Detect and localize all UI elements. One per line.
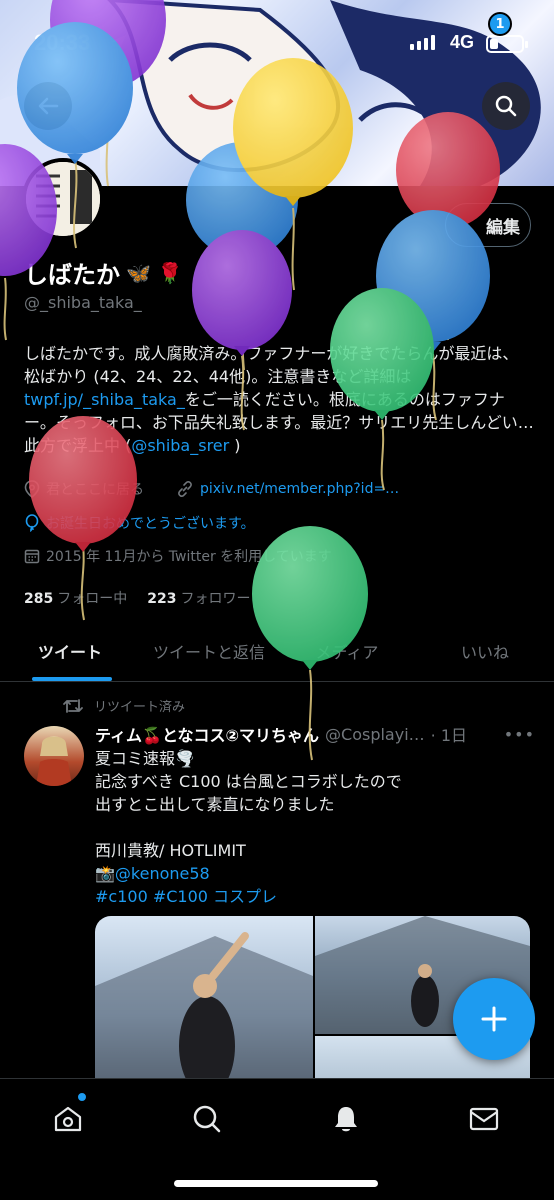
nav-notifications[interactable] — [326, 1099, 366, 1139]
followers-label: フォロワー — [180, 591, 251, 607]
tweet-header: ティム🍒となコス②マリちゃん @Cosplayi… · 1日 ••• — [95, 722, 535, 746]
signal-icon — [410, 35, 435, 50]
bell-icon — [335, 1107, 357, 1132]
tab-media[interactable]: メディア — [278, 620, 416, 681]
search-button[interactable] — [482, 82, 530, 130]
profile-joined: 2015 年 11月から Twitter を利用しています — [46, 549, 332, 565]
back-button[interactable] — [24, 82, 72, 130]
profile-avatar[interactable] — [22, 158, 104, 240]
tweet-more-button[interactable]: ••• — [504, 725, 535, 744]
tweet-hashtags[interactable]: #c100 #C100 コスプレ — [95, 885, 525, 908]
profile-tabs: ツイート ツイートと返信 メディア いいね — [0, 620, 554, 682]
tab-likes[interactable]: いいね — [416, 620, 554, 681]
search-icon — [193, 1105, 221, 1133]
profile-website-link[interactable]: pixiv.net/member.php?id=… — [200, 481, 399, 497]
bio-link-twpf[interactable]: twpf.jp/_shiba_taka_ — [24, 390, 185, 409]
following-label: フォロー中 — [57, 591, 128, 607]
balloon-icon — [25, 514, 39, 532]
profile-location: 君とここに居る — [46, 482, 144, 498]
home-icon — [54, 1106, 82, 1132]
plus-icon — [481, 1006, 507, 1032]
profile-bio: しばたかです。成人腐敗済み。ファフナーが好きでたらんが最近は、松ばかり (42、… — [24, 342, 534, 457]
nav-home[interactable] — [48, 1099, 88, 1139]
profile-name-emojis: 🦋 🌹 — [126, 260, 183, 285]
profile-meta-joined: 2015 年 11月から Twitter を利用しています — [24, 546, 332, 566]
mail-icon — [469, 1107, 499, 1131]
nav-search[interactable] — [187, 1099, 227, 1139]
tweet-username[interactable]: @Cosplayi… — [325, 725, 425, 744]
location-icon — [24, 480, 40, 498]
retweet-label: リツイート済み — [94, 700, 186, 715]
tweet-line: 西川貴教/ HOTLIMIT — [95, 841, 246, 860]
retweet-icon — [63, 698, 83, 713]
tweet-line: 記念すべき C100 は台風とコラボしたので — [95, 772, 402, 791]
status-bar: 20:33 4G — [0, 0, 554, 88]
tweet-display-name[interactable]: ティム🍒となコス②マリちゃん — [95, 722, 319, 746]
bio-link-mention[interactable]: @shiba_srer — [131, 436, 229, 455]
profile-handle: @_shiba_taka_ — [24, 293, 142, 312]
following-stat[interactable]: 285 フォロー中 — [24, 588, 127, 608]
followers-count: 223 — [147, 591, 177, 607]
profile-birthday: お誕生日おめでとうございます。 — [46, 516, 255, 532]
messages-badge: 1 — [488, 12, 512, 36]
edit-profile-button[interactable]: 編集 — [445, 203, 531, 247]
tweet-author-avatar[interactable] — [24, 726, 84, 786]
calendar-icon — [24, 549, 40, 564]
home-notification-dot — [77, 1092, 87, 1102]
tweet-photo-1[interactable] — [95, 916, 313, 1096]
tab-tweets-and-replies[interactable]: ツイートと返信 — [140, 620, 278, 681]
network-label: 4G — [450, 32, 475, 52]
tweet-time: · 1日 — [430, 726, 468, 745]
camera-emoji: 📸 — [95, 864, 115, 883]
link-icon — [178, 481, 192, 497]
tweet-line: 夏コミ速報🌪️ — [95, 749, 195, 768]
location-arrow-icon — [110, 33, 128, 55]
compose-tweet-button[interactable] — [453, 978, 535, 1060]
home-indicator — [174, 1180, 378, 1187]
tweet-text: 夏コミ速報🌪️ 記念すべき C100 は台風とコラボしたので 出すとこ出して素直にな… — [95, 747, 525, 908]
follow-stats: 285 フォロー中 223 フォロワー — [24, 588, 250, 608]
back-arrow-icon — [38, 97, 59, 115]
tab-tweets[interactable]: ツイート — [0, 620, 140, 681]
tweet-mention-link[interactable]: @kenone58 — [115, 864, 210, 883]
followers-stat[interactable]: 223 フォロワー — [147, 588, 250, 608]
battery-icon — [486, 35, 528, 53]
profile-name: しばたか — [24, 261, 120, 289]
profile-name-row: しばたか 🦋 🌹 — [24, 255, 183, 290]
nav-messages[interactable] — [464, 1099, 504, 1139]
retweet-indicator: リツイート済み — [62, 696, 185, 715]
search-icon — [495, 95, 517, 117]
profile-meta-location-website: 君とここに居る pixiv.net/member.php?id=… — [24, 479, 399, 499]
bio-text-1: しばたかです。成人腐敗済み。ファフナーが好きでたらんが最近は、松ばかり (42、… — [24, 344, 519, 386]
status-time: 20:33 — [34, 30, 91, 55]
tweet-line: 出すとこ出して素直になりました — [95, 795, 335, 814]
following-count: 285 — [24, 591, 54, 607]
profile-meta-birthday: お誕生日おめでとうございます。 — [24, 513, 255, 533]
bio-text-3: ) — [229, 436, 241, 455]
